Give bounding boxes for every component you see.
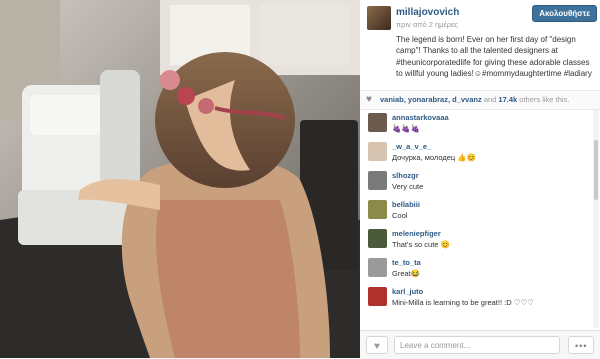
comment-text: Mini-Milla is learning to be great!! :D … (392, 298, 534, 307)
comments-scrollbar[interactable] (593, 110, 599, 328)
more-options-button[interactable]: ••• (568, 336, 594, 354)
commenter-username[interactable]: annastarkovaaa (392, 113, 449, 122)
likes-text: vaniab, yonarabraz, d_vvanz and 17.4k ot… (380, 95, 569, 104)
commenter-avatar[interactable] (368, 171, 387, 190)
commenter-avatar[interactable] (368, 200, 387, 219)
comment-item: _w_a_v_e_ Дочурка, молодец 👍😊 (360, 139, 590, 167)
scrollbar-thumb[interactable] (594, 140, 598, 200)
commenter-avatar[interactable] (368, 229, 387, 248)
comment-footer: ♥ ••• (360, 330, 600, 359)
commenter-username[interactable]: te_to_ta (392, 258, 421, 267)
commenter-username[interactable]: meleniepfiger (392, 229, 441, 238)
comment-item: karl_juto Mini-Milla is learning to be g… (360, 284, 590, 312)
comment-text: Дочурка, молодец 👍😊 (392, 153, 476, 162)
likes-suffix: others like this. (519, 95, 570, 104)
commenter-username[interactable]: slhozgr (392, 171, 419, 180)
commenter-username[interactable]: karl_juto (392, 287, 423, 296)
heart-icon: ♥ (374, 341, 380, 352)
post-sidebar: millajovovich πριν από 2 ημέρες Ακολουθή… (360, 0, 600, 359)
comment-text: That's so cute 😊 (392, 240, 450, 249)
owner-username[interactable]: millajovovich (396, 7, 459, 18)
commenter-avatar[interactable] (368, 287, 387, 306)
commenter-avatar[interactable] (368, 113, 387, 132)
comment-item: slhozgr Very cute (360, 168, 590, 196)
likes-count[interactable]: 17.4k (498, 95, 517, 104)
commenter-avatar[interactable] (368, 142, 387, 161)
comment-text: Very cute (392, 182, 424, 191)
likes-and: and (483, 95, 497, 104)
comment-item: bellabiii Cool (360, 197, 590, 225)
post-timestamp: πριν από 2 ημέρες (396, 20, 459, 29)
follow-button[interactable]: Ακολουθήστε (532, 5, 597, 22)
comment-input[interactable] (394, 336, 560, 354)
commenter-username[interactable]: bellabiii (392, 200, 420, 209)
post-header: millajovovich πριν από 2 ημέρες Ακολουθή… (360, 0, 600, 30)
heart-icon: ♥ (366, 94, 372, 105)
comment-text: Great😂 (392, 269, 421, 278)
post-photo[interactable] (0, 0, 360, 358)
instagram-post-view: millajovovich πριν από 2 ημέρες Ακολουθή… (0, 0, 600, 359)
likers-names[interactable]: vaniab, yonarabraz, d_vvanz (380, 95, 482, 104)
likes-bar: ♥ vaniab, yonarabraz, d_vvanz and 17.4k … (360, 90, 600, 110)
photo-image (0, 0, 360, 358)
comment-item: te_to_ta Great😂 (360, 255, 590, 283)
post-caption: The legend is born! Ever on her first da… (396, 35, 592, 78)
like-button[interactable]: ♥ (366, 336, 388, 354)
comment-text: 🍇🍇🍇 (392, 124, 421, 133)
comment-item: meleniepfiger That's so cute 😊 (360, 226, 590, 254)
commenter-avatar[interactable] (368, 258, 387, 277)
ellipsis-icon: ••• (575, 341, 588, 351)
commenter-username[interactable]: _w_a_v_e_ (392, 142, 431, 151)
comment-item: annastarkovaaa 🍇🍇🍇 (360, 110, 590, 138)
comment-text: Cool (392, 211, 408, 220)
comments-list: annastarkovaaa 🍇🍇🍇 _w_a_v_e_ Дочурка, мо… (360, 110, 590, 328)
owner-avatar[interactable] (367, 6, 391, 30)
